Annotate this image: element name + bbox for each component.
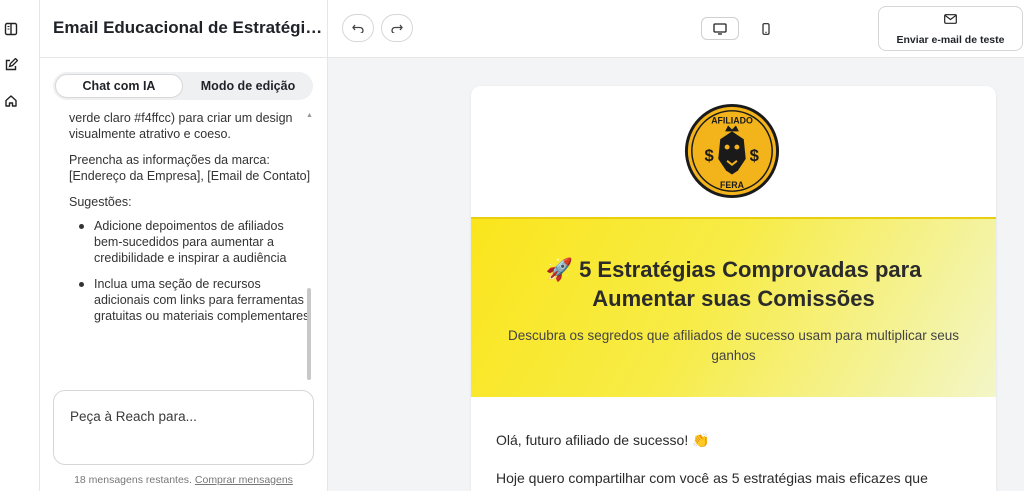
mobile-icon xyxy=(762,22,770,35)
scroll-up-icon[interactable]: ▲ xyxy=(306,112,313,119)
preview-area: Enviar e-mail de teste $ $ AFILIADO FERA xyxy=(328,0,1024,491)
scroll-thumb[interactable] xyxy=(307,288,311,380)
mail-icon xyxy=(944,14,957,24)
redo-button[interactable] xyxy=(381,14,413,42)
tab-edit-mode[interactable]: Modo de edição xyxy=(185,74,311,98)
email-hero-banner: 🚀 5 Estratégias Comprovadas para Aumenta… xyxy=(471,217,996,397)
send-test-email-button[interactable]: Enviar e-mail de teste xyxy=(878,6,1023,51)
list-item: Adicione depoimentos de afiliados bem-su… xyxy=(69,218,314,266)
email-hero-title: 🚀 5 Estratégias Comprovadas para Aumenta… xyxy=(545,257,922,311)
send-test-email-label: Enviar e-mail de teste xyxy=(896,34,1005,46)
sidebar-header: Email Educacional de Estratégias de Afil… xyxy=(40,0,328,58)
message-fragment: verde claro #f4ffcc) para criar um desig… xyxy=(69,111,293,141)
email-intro: Hoje quero compartilhar com você as 5 es… xyxy=(496,470,928,486)
desktop-view-button[interactable] xyxy=(701,17,739,40)
email-logo-section: $ $ AFILIADO FERA xyxy=(471,86,996,217)
email-body: Olá, futuro afiliado de sucesso! 👏 Hoje … xyxy=(496,431,966,491)
icon-rail xyxy=(0,0,40,491)
afiliado-fera-logo: $ $ AFILIADO FERA xyxy=(683,102,781,200)
email-hero-subtitle: Descubra os segredos que afiliados de su… xyxy=(508,328,959,363)
email-preview: $ $ AFILIADO FERA 🚀 5 Estratégias Compro… xyxy=(471,86,996,491)
redo-icon xyxy=(391,24,403,33)
edit-icon[interactable] xyxy=(2,56,20,74)
chat-sidebar: Email Educacional de Estratégias de Afil… xyxy=(40,0,328,491)
mode-switch: Chat com IA Modo de edição xyxy=(53,72,313,100)
book-icon[interactable] xyxy=(2,20,20,38)
messages-remaining: 18 mensagens restantes. Comprar mensagen… xyxy=(53,474,314,486)
remaining-text: 18 mensagens restantes. xyxy=(74,474,192,486)
undo-icon xyxy=(352,24,364,33)
tab-chat[interactable]: Chat com IA xyxy=(55,74,183,98)
svg-text:$: $ xyxy=(705,146,715,165)
desktop-icon xyxy=(713,22,727,35)
svg-text:AFILIADO: AFILIADO xyxy=(711,116,753,126)
chat-messages: verde claro #f4ffcc) para criar um desig… xyxy=(69,110,314,334)
buy-messages-link[interactable]: Comprar mensagens xyxy=(195,474,293,486)
list-item: Inclua uma seção de recursos adicionais … xyxy=(69,276,314,324)
svg-text:$: $ xyxy=(750,146,760,165)
preview-toolbar: Enviar e-mail de teste xyxy=(328,0,1024,58)
brand-info-message: Preencha as informações da marca: [Ender… xyxy=(69,153,311,183)
home-icon[interactable] xyxy=(2,92,20,110)
prompt-input[interactable] xyxy=(70,409,300,424)
suggestions-list: Adicione depoimentos de afiliados bem-su… xyxy=(69,218,314,324)
page-title: Email Educacional de Estratégias de Afil… xyxy=(53,18,325,37)
email-greeting: Olá, futuro afiliado de sucesso! 👏 xyxy=(496,432,710,448)
chat-scrollbar[interactable]: ▲ xyxy=(306,112,313,384)
svg-text:FERA: FERA xyxy=(720,180,745,190)
undo-button[interactable] xyxy=(342,14,374,42)
mobile-view-button[interactable] xyxy=(747,17,785,40)
suggestions-heading: Sugestões: xyxy=(69,195,132,209)
prompt-box[interactable] xyxy=(53,390,314,465)
